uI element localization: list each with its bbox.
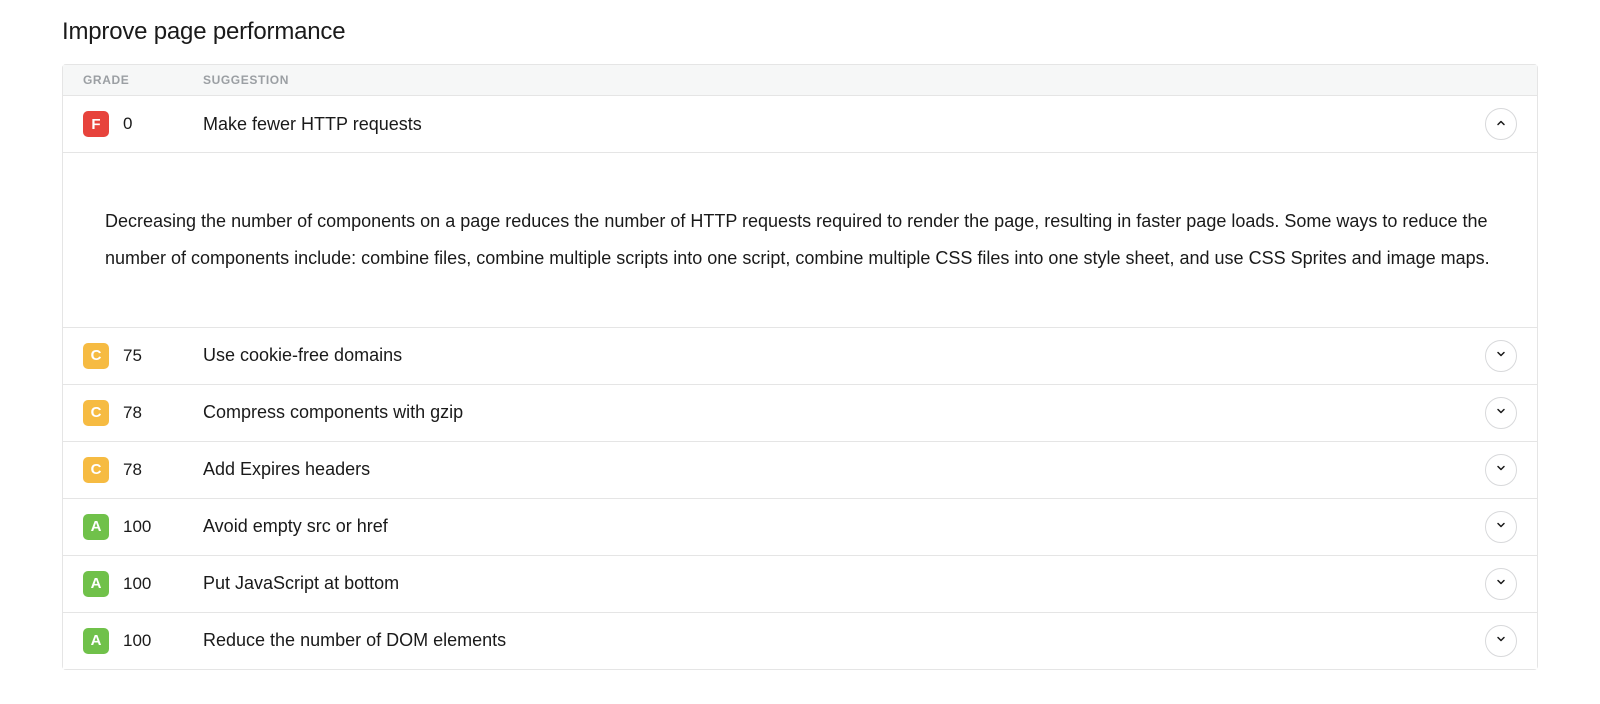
chevron-down-icon: [1495, 462, 1507, 477]
grade-badge: A: [83, 514, 109, 540]
grade-cell: A 100: [83, 514, 203, 540]
grade-badge: A: [83, 571, 109, 597]
chevron-down-icon: [1495, 519, 1507, 534]
suggestion-text: Add Expires headers: [203, 459, 1485, 480]
grade-badge: C: [83, 400, 109, 426]
expand-button[interactable]: [1485, 454, 1517, 486]
table-row[interactable]: A 100 Reduce the number of DOM elements: [63, 613, 1537, 669]
table-row[interactable]: F0Make fewer HTTP requests: [63, 96, 1537, 153]
grade-score: 100: [123, 631, 151, 651]
grade-badge: F: [83, 111, 109, 137]
grade-score: 0: [123, 114, 132, 134]
header-suggestion: SUGGESTION: [203, 73, 1517, 87]
chevron-down-icon: [1495, 576, 1507, 591]
suggestion-text: Compress components with gzip: [203, 402, 1485, 423]
table-row[interactable]: A 100 Put JavaScript at bottom: [63, 556, 1537, 613]
grade-cell: C 78: [83, 400, 203, 426]
grade-cell: F0: [83, 111, 203, 137]
grade-badge: C: [83, 343, 109, 369]
grade-score: 100: [123, 517, 151, 537]
table-row[interactable]: C 78 Add Expires headers: [63, 442, 1537, 499]
suggestion-text: Avoid empty src or href: [203, 516, 1485, 537]
grade-score: 100: [123, 574, 151, 594]
grade-badge: A: [83, 628, 109, 654]
expand-button[interactable]: [1485, 340, 1517, 372]
expand-button[interactable]: [1485, 511, 1517, 543]
suggestion-text: Reduce the number of DOM elements: [203, 630, 1485, 651]
page-title: Improve page performance: [62, 18, 1538, 46]
suggestion-text: Use cookie-free domains: [203, 345, 1485, 366]
table-header: GRADE SUGGESTION: [63, 65, 1537, 96]
collapse-button[interactable]: [1485, 108, 1517, 140]
grade-cell: A 100: [83, 571, 203, 597]
table-row[interactable]: A 100 Avoid empty src or href: [63, 499, 1537, 556]
row-detail: Decreasing the number of components on a…: [63, 153, 1537, 328]
grade-cell: C 75: [83, 343, 203, 369]
grade-cell: C 78: [83, 457, 203, 483]
performance-panel: GRADE SUGGESTION F0Make fewer HTTP reque…: [62, 64, 1538, 670]
grade-score: 78: [123, 460, 142, 480]
expand-button[interactable]: [1485, 625, 1517, 657]
grade-score: 78: [123, 403, 142, 423]
suggestion-text: Make fewer HTTP requests: [203, 114, 1485, 135]
chevron-up-icon: [1495, 117, 1507, 132]
table-row[interactable]: C 75 Use cookie-free domains: [63, 328, 1537, 385]
grade-score: 75: [123, 346, 142, 366]
chevron-down-icon: [1495, 405, 1507, 420]
table-row[interactable]: C 78 Compress components with gzip: [63, 385, 1537, 442]
expand-button[interactable]: [1485, 568, 1517, 600]
chevron-down-icon: [1495, 633, 1507, 648]
grade-cell: A 100: [83, 628, 203, 654]
chevron-down-icon: [1495, 348, 1507, 363]
suggestion-text: Put JavaScript at bottom: [203, 573, 1485, 594]
expand-button[interactable]: [1485, 397, 1517, 429]
header-grade: GRADE: [83, 73, 203, 87]
grade-badge: C: [83, 457, 109, 483]
